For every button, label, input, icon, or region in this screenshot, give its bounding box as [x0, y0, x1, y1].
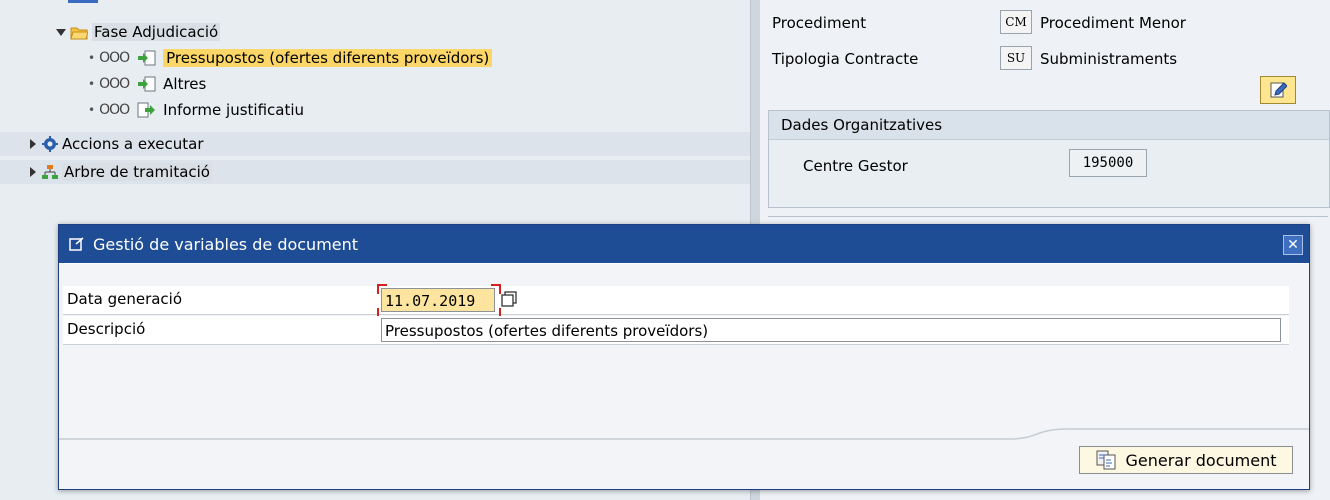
pencil-edit-icon: [1270, 82, 1287, 98]
value-help-icon[interactable]: [501, 291, 517, 307]
traffic-light-icon: ООО: [99, 50, 130, 66]
description-field[interactable]: Pressupostos (ofertes diferents proveïdo…: [381, 318, 1281, 342]
document-variables-dialog: Gestió de variables de document ✕ Data g…: [58, 224, 1310, 490]
tree-node-label: Fase Adjudicació: [92, 23, 221, 41]
collapse-arrow-icon[interactable]: [30, 139, 36, 149]
traffic-light-icon: ООО: [99, 76, 130, 92]
traffic-light-icon: ООО: [99, 102, 130, 118]
bullet: •: [88, 77, 96, 91]
hierarchy-icon: [42, 165, 58, 179]
tree-node-label: Arbre de tramitació: [62, 163, 212, 181]
focus-corner: [491, 284, 501, 294]
focus-corner: [377, 284, 387, 294]
tree-item-pressupostos[interactable]: • ООО Pressupostos (ofertes diferents pr…: [0, 46, 750, 70]
partial-icon-top: [68, 0, 98, 3]
procediment-label: Procediment: [772, 14, 867, 32]
tree-node-label: Accions a executar: [62, 135, 204, 153]
tree-item-altres[interactable]: • ООО Altres: [0, 72, 750, 96]
tree-node-arbre[interactable]: Arbre de tramitació: [0, 160, 750, 184]
generate-document-label: Generar document: [1125, 450, 1277, 470]
edit-button[interactable]: [1260, 76, 1296, 104]
expand-arrow-icon[interactable]: [56, 28, 66, 36]
description-row: Descripció Pressupostos (ofertes diferen…: [63, 316, 1289, 345]
tipologia-value: Subministraments: [1040, 50, 1178, 68]
bullet: •: [88, 51, 96, 65]
tipologia-label: Tipologia Contracte: [772, 50, 919, 68]
divider: [768, 216, 1328, 217]
document-in-icon: [138, 76, 156, 92]
open-folder-icon: [70, 27, 88, 39]
close-icon[interactable]: ✕: [1283, 235, 1303, 255]
centre-gestor-field[interactable]: 195000: [1069, 149, 1147, 177]
document-in-icon: [138, 50, 156, 66]
dialog-title: Gestió de variables de document: [93, 234, 359, 254]
centre-gestor-label: Centre Gestor: [803, 157, 908, 175]
tipologia-code: SU: [1000, 46, 1032, 70]
description-label: Descripció: [67, 320, 146, 338]
tree-node-accions[interactable]: Accions a executar: [0, 132, 750, 156]
generate-document-button[interactable]: Generar document: [1079, 446, 1293, 474]
procediment-value: Procediment Menor: [1040, 14, 1186, 32]
procediment-code: CM: [1000, 10, 1032, 34]
dialog-body: Data generació 11.07.2019 Descripció Pre…: [59, 264, 1309, 489]
generate-document-icon: [1096, 450, 1115, 470]
group-header: Dades Organitzatives: [769, 111, 1329, 140]
date-row: Data generació 11.07.2019: [63, 284, 1289, 318]
tree-item-label: Pressupostos (ofertes diferents proveïdo…: [163, 49, 493, 67]
date-label: Data generació: [67, 290, 183, 308]
gear-icon: [42, 136, 58, 152]
footer-divider: [59, 428, 1309, 440]
window-icon: [69, 237, 84, 251]
tree-node-fase-adjudicacio[interactable]: Fase Adjudicació: [0, 20, 750, 44]
document-out-icon: [137, 102, 156, 118]
tree-item-informe[interactable]: • ООО Informe justificatiu: [0, 98, 750, 122]
date-field[interactable]: 11.07.2019: [381, 288, 495, 312]
tree-item-label: Altres: [163, 75, 207, 93]
dialog-title-bar: Gestió de variables de document ✕: [59, 225, 1309, 263]
tree-item-label: Informe justificatiu: [163, 101, 305, 119]
org-data-group: Dades Organitzatives Centre Gestor 19500…: [768, 110, 1330, 208]
bullet: •: [88, 103, 96, 117]
collapse-arrow-icon[interactable]: [30, 167, 36, 177]
